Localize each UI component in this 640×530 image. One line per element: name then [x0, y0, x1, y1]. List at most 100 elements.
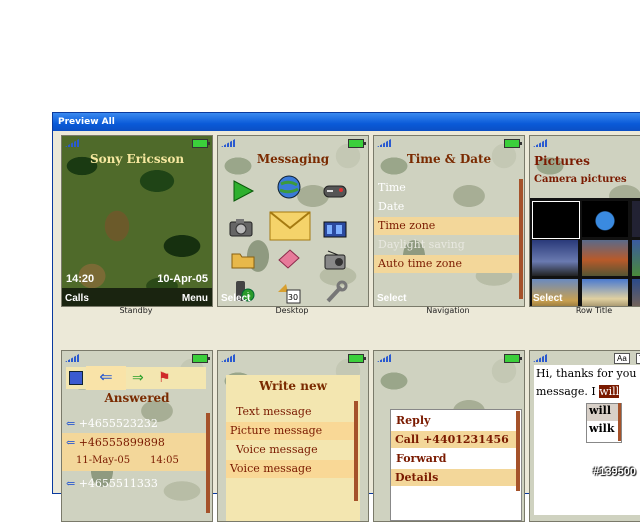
scrollbar[interactable] [354, 401, 358, 501]
preview-window: Preview All Sony Ericsson 14:20 10-Apr-0… [52, 112, 640, 522]
call-entry-1[interactable]: ⇐ +4655523232 [62, 415, 210, 432]
caption-standby: Standby [119, 306, 153, 315]
call-entry-2[interactable]: ⇐ +46555899898 [62, 434, 210, 451]
signal-icon [533, 139, 547, 147]
menu-item-date[interactable]: Date [374, 198, 522, 216]
watermark: #139500 [593, 466, 636, 478]
select-softkey[interactable]: Select [377, 293, 406, 304]
cell-desktop[interactable]: Messaging i 30 Select Desktop [211, 135, 369, 315]
popup-item-forward[interactable]: Forward [392, 450, 520, 467]
popup-screen[interactable]: Reply Call +4401231456 Forward Details [373, 350, 525, 522]
candidate-scrollbar[interactable] [618, 403, 621, 441]
globe-icon[interactable] [276, 174, 302, 200]
cell-row-title[interactable]: Pictures Camera pictures Select Row Titl… [523, 135, 640, 315]
standby-screen[interactable]: Sony Ericsson 14:20 10-Apr-05 Calls Menu [61, 135, 213, 307]
cell-navigation[interactable]: Time & Date Time Date Time zone Daylight… [367, 135, 525, 315]
pictures-title: Pictures [534, 154, 590, 168]
thumbnail-5[interactable] [582, 240, 628, 276]
thumbnail-8[interactable] [582, 279, 628, 306]
calls-screen[interactable]: ⇐ ⇒ ⚑ Answered ⇐ +4655523232 ⇐ +46555899… [61, 350, 213, 522]
operator-name: Sony Ericsson [89, 152, 185, 166]
arrow-left-icon: ⇐ [66, 417, 79, 430]
cell-calls[interactable]: ⇐ ⇒ ⚑ Answered ⇐ +4655523232 ⇐ +46555899… [55, 350, 213, 530]
t9-screen[interactable]: Aa T Hi, thanks for you message. I will … [529, 350, 640, 522]
signal-icon [65, 139, 79, 147]
cell-t9[interactable]: Aa T Hi, thanks for you message. I will … [523, 350, 640, 530]
desktop-screen[interactable]: Messaging i 30 Select [217, 135, 369, 307]
battery-icon [504, 354, 522, 363]
messaging-envelope-icon[interactable] [268, 208, 312, 242]
select-softkey[interactable]: Select [221, 293, 250, 304]
t9-mode-t[interactable]: T [636, 353, 640, 364]
folder-icon[interactable] [230, 246, 256, 272]
select-softkey[interactable]: Select [533, 293, 562, 304]
t9-current-word[interactable]: will [599, 385, 620, 398]
received-tab-icon[interactable]: ⚑ [158, 369, 171, 386]
navigation-screen[interactable]: Time & Date Time Date Time zone Daylight… [373, 135, 525, 307]
thumbnail-4[interactable] [532, 240, 578, 276]
thumbnail-selected[interactable] [532, 201, 580, 239]
popup-item-details[interactable]: Details [391, 469, 517, 486]
menu-item-time-zone[interactable]: Time zone [374, 217, 522, 235]
popup-item-reply[interactable]: Reply [392, 412, 520, 429]
answered-title: Answered [104, 391, 170, 405]
write-new-title: Write new [259, 379, 327, 393]
caption-row-title: Row Title [575, 306, 613, 315]
cell-standby[interactable]: Sony Ericsson 14:20 10-Apr-05 Calls Menu… [55, 135, 213, 315]
notebook-icon[interactable] [276, 246, 302, 272]
camera-icon[interactable] [228, 214, 254, 240]
missed-tab-icon[interactable]: ⇒ [132, 369, 144, 386]
t9-candidate-2[interactable]: wilk [587, 422, 619, 439]
thumbnail-3[interactable] [632, 201, 640, 237]
battery-icon [192, 139, 210, 148]
call-entry-3[interactable]: ⇐ +4655511333 [62, 475, 210, 492]
preview-area: Sony Ericsson 14:20 10-Apr-05 Calls Menu… [53, 132, 640, 522]
scrollbar[interactable] [206, 413, 210, 513]
cell-popup[interactable]: Reply Call +4401231456 Forward Details [367, 350, 525, 530]
t9-mode-aa[interactable]: Aa [614, 353, 630, 364]
scrollbar[interactable] [516, 411, 520, 491]
battery-icon [504, 139, 522, 148]
menu-item-picture-message[interactable]: Picture message [226, 422, 354, 440]
arrow-left-icon: ⇐ [66, 477, 79, 490]
menu-item-voice-message[interactable]: Voice message [232, 441, 356, 459]
popup-item-call[interactable]: Call +4401231456 [391, 431, 517, 448]
rowtitle-screen[interactable]: Pictures Camera pictures Select [529, 135, 640, 307]
menu-item-daylight-saving[interactable]: Daylight saving [374, 236, 522, 254]
clock-date: 10-Apr-05 [157, 273, 208, 285]
signal-icon [65, 354, 79, 362]
alarm-calendar-icon[interactable]: 30 [276, 280, 302, 306]
caption-navigation: Navigation [426, 306, 470, 315]
signal-icon [377, 139, 391, 147]
signal-icon [533, 354, 547, 362]
wrench-icon[interactable] [322, 280, 348, 306]
thumbnail-9[interactable] [632, 279, 640, 306]
desktop-title: Messaging [256, 152, 330, 166]
calls-softkey[interactable]: Calls [65, 293, 89, 304]
camera-pictures-label: Camera pictures [534, 174, 627, 185]
cell-write-new[interactable]: Write new Text message Picture message V… [211, 350, 369, 530]
dialed-tab-icon[interactable] [69, 371, 83, 385]
t9-line-1: Hi, thanks for you [536, 367, 637, 380]
film-icon[interactable] [322, 216, 348, 242]
write-screen[interactable]: Write new Text message Picture message V… [217, 350, 369, 522]
clock-time: 14:20 [66, 273, 95, 285]
menu-softkey[interactable]: Menu [182, 293, 208, 304]
answered-tab-icon[interactable]: ⇐ [86, 366, 126, 390]
t9-candidate-1[interactable]: will [587, 404, 619, 421]
menu-item-time[interactable]: Time [374, 179, 522, 197]
play-icon[interactable] [230, 178, 256, 204]
t9-line-2: message. I will [536, 385, 620, 398]
battery-icon [192, 354, 210, 363]
menu-item-voice-message-2[interactable]: Voice message [226, 460, 354, 478]
thumbnail-globe[interactable] [582, 201, 628, 237]
thumbnail-6[interactable] [632, 240, 640, 276]
svg-text:30: 30 [288, 293, 298, 302]
signal-icon [221, 354, 235, 362]
battery-icon [348, 354, 366, 363]
gamepad-icon[interactable] [322, 178, 348, 204]
arrow-left-icon: ⇐ [66, 436, 79, 449]
radio-icon[interactable] [322, 248, 348, 274]
menu-item-text-message[interactable]: Text message [232, 403, 356, 421]
menu-item-auto-time-zone[interactable]: Auto time zone [374, 255, 522, 273]
